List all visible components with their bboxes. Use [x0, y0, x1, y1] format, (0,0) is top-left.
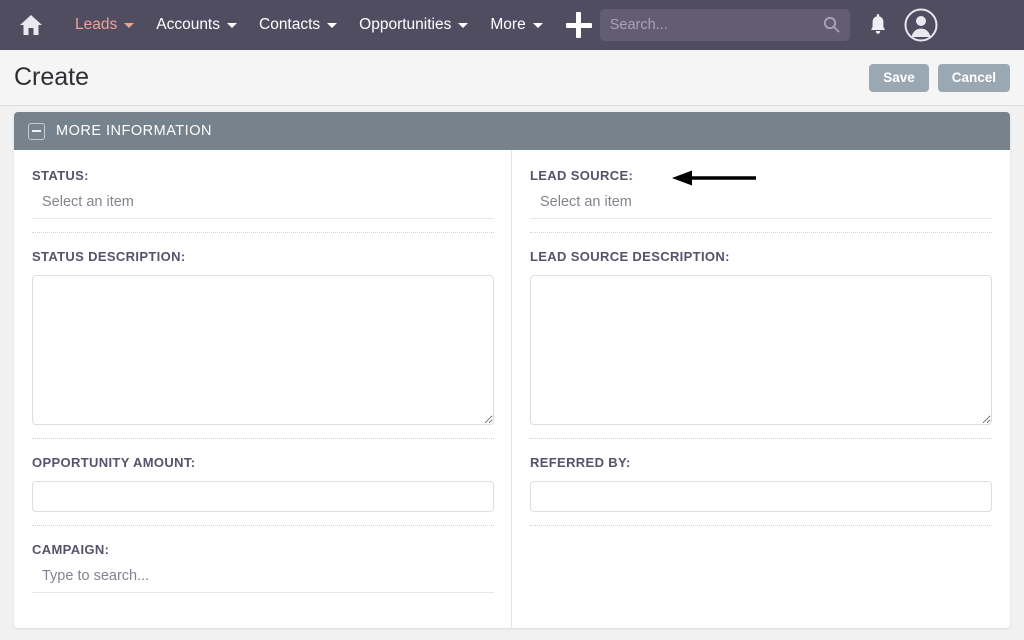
lead-source-select[interactable]	[530, 194, 992, 219]
field-lead-source-description: LEAD SOURCE DESCRIPTION:	[530, 249, 990, 439]
nav-item-accounts[interactable]: Accounts	[145, 8, 248, 42]
field-label-referred-by: REFERRED BY:	[530, 455, 990, 470]
chevron-down-icon	[124, 23, 134, 28]
search-placeholder: Search...	[610, 17, 668, 33]
nav-item-label: More	[490, 16, 525, 34]
form-column-left: STATUS: STATUS DESCRIPTION: OPPORTUNITY …	[14, 150, 512, 628]
chevron-down-icon	[327, 23, 337, 28]
referred-by-input[interactable]	[530, 481, 992, 512]
campaign-search-input[interactable]	[32, 568, 494, 593]
page-header: Create Save Cancel	[0, 50, 1024, 106]
home-icon[interactable]	[14, 8, 48, 42]
field-separator	[530, 438, 992, 439]
nav-item-label: Contacts	[259, 16, 320, 34]
field-separator	[530, 232, 992, 233]
section-header-more-information: MORE INFORMATION	[14, 112, 1010, 150]
chevron-down-icon	[458, 23, 468, 28]
form-body: STATUS: STATUS DESCRIPTION: OPPORTUNITY …	[14, 150, 1010, 628]
field-label-campaign: CAMPAIGN:	[32, 542, 491, 557]
form-panel: MORE INFORMATION STATUS: STATUS DESCRIPT…	[14, 112, 1010, 628]
chevron-down-icon	[533, 23, 543, 28]
bell-icon[interactable]	[868, 14, 888, 36]
section-title: MORE INFORMATION	[56, 123, 212, 139]
field-status: STATUS:	[32, 168, 491, 233]
field-lead-source: LEAD SOURCE:	[530, 168, 990, 233]
nav-item-opportunities[interactable]: Opportunities	[348, 8, 479, 42]
field-label-lead-source-description: LEAD SOURCE DESCRIPTION:	[530, 249, 990, 264]
status-select[interactable]	[32, 194, 494, 219]
field-referred-by: REFERRED BY:	[530, 455, 990, 526]
field-separator	[32, 438, 494, 439]
field-label-status-description: STATUS DESCRIPTION:	[32, 249, 491, 264]
nav-item-label: Leads	[75, 16, 117, 34]
nav-item-more[interactable]: More	[479, 8, 553, 42]
minus-icon[interactable]	[28, 123, 45, 140]
nav-item-contacts[interactable]: Contacts	[248, 8, 348, 42]
form-column-right: LEAD SOURCE: LEAD SOURCE DESCRIPTION: RE…	[512, 150, 1010, 628]
field-label-status: STATUS:	[32, 168, 491, 183]
user-avatar-icon[interactable]	[904, 8, 938, 42]
field-status-description: STATUS DESCRIPTION:	[32, 249, 491, 439]
top-navbar: Leads Accounts Contacts Opportunities Mo…	[0, 0, 1024, 50]
search-input[interactable]: Search...	[600, 9, 850, 41]
field-separator	[32, 525, 494, 526]
page-title: Create	[14, 63, 89, 92]
opportunity-amount-input[interactable]	[32, 481, 494, 512]
plus-icon[interactable]	[566, 12, 592, 38]
field-label-lead-source: LEAD SOURCE:	[530, 168, 633, 183]
field-opportunity-amount: OPPORTUNITY AMOUNT:	[32, 455, 491, 526]
nav-item-leads[interactable]: Leads	[64, 8, 145, 42]
search-icon	[823, 16, 840, 33]
field-separator	[32, 232, 494, 233]
lead-source-description-textarea[interactable]	[530, 275, 992, 425]
nav-item-label: Opportunities	[359, 16, 451, 34]
chevron-down-icon	[227, 23, 237, 28]
field-campaign: CAMPAIGN:	[32, 542, 491, 593]
header-actions: Save Cancel	[869, 64, 1010, 92]
status-description-textarea[interactable]	[32, 275, 494, 425]
field-separator	[530, 525, 992, 526]
cancel-button[interactable]: Cancel	[938, 64, 1010, 92]
save-button[interactable]: Save	[869, 64, 929, 92]
field-label-opportunity-amount: OPPORTUNITY AMOUNT:	[32, 455, 491, 470]
nav-item-label: Accounts	[156, 16, 220, 34]
